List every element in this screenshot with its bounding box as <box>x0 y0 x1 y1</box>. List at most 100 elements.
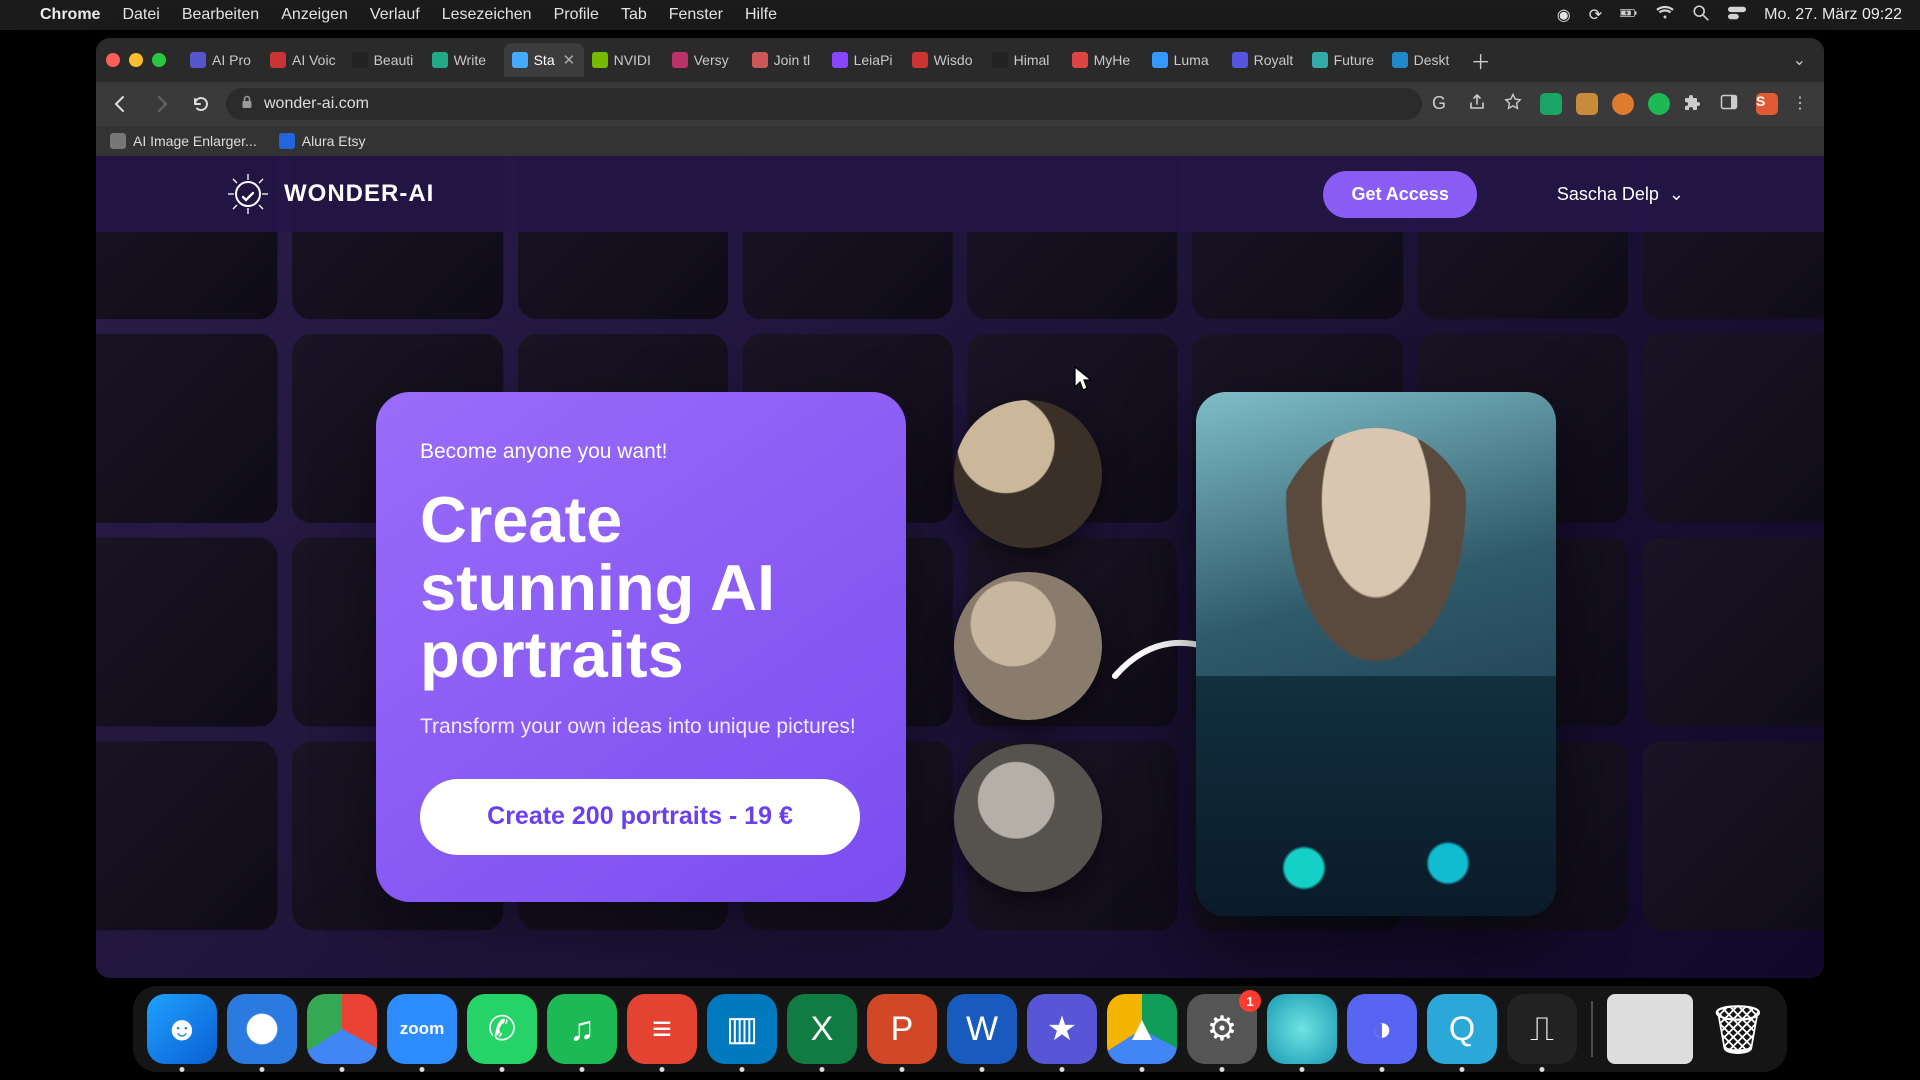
bookmark-label: Alura Etsy <box>302 133 366 149</box>
dock-app-todoist[interactable]: ≡ <box>627 994 697 1064</box>
running-dot <box>660 1067 665 1072</box>
address-bar[interactable]: wonder-ai.com <box>226 88 1422 120</box>
menu-item[interactable]: Tab <box>621 6 647 24</box>
chrome-menu-icon[interactable]: ⋮ <box>1792 93 1814 115</box>
tab-close-icon[interactable]: ✕ <box>563 51 576 69</box>
tab-overflow-icon[interactable]: ⌄ <box>1785 46 1814 74</box>
dock-app-powerpoint[interactable]: P <box>867 994 937 1064</box>
running-dot <box>1300 1067 1305 1072</box>
dock-app-siri[interactable] <box>1267 994 1337 1064</box>
menu-item[interactable]: Verlauf <box>370 6 420 24</box>
dock-app-zoom[interactable]: zoom <box>387 994 457 1064</box>
dock-app-voice[interactable]: ⎍ <box>1507 994 1577 1064</box>
chrome-profile-avatar[interactable]: S <box>1756 93 1778 115</box>
ext-icon[interactable] <box>1648 93 1670 115</box>
playback-icon[interactable]: ⟳ <box>1589 5 1602 25</box>
get-access-button[interactable]: Get Access <box>1323 171 1476 218</box>
menubar-clock[interactable]: Mo. 27. März 09:22 <box>1764 6 1902 24</box>
sidepanel-icon[interactable] <box>1720 93 1742 115</box>
window-controls[interactable] <box>106 53 166 67</box>
tab-label: Sta <box>534 52 555 68</box>
browser-tab[interactable]: Wisdo <box>904 43 984 77</box>
dock-app-whatsapp[interactable]: ✆ <box>467 994 537 1064</box>
hero-eyebrow: Become anyone you want! <box>420 440 862 464</box>
running-dot <box>580 1067 585 1072</box>
browser-tab[interactable]: Luma <box>1144 43 1224 77</box>
share-icon[interactable] <box>1468 93 1490 115</box>
browser-tab[interactable]: Deskt <box>1384 43 1464 77</box>
new-tab-button[interactable]: ＋ <box>1466 45 1496 75</box>
extensions-puzzle-icon[interactable] <box>1684 93 1706 115</box>
browser-tab[interactable]: AI Voic <box>262 43 344 77</box>
dock-app-settings[interactable]: ⚙1 <box>1187 994 1257 1064</box>
menu-item[interactable]: Anzeigen <box>281 6 348 24</box>
spotlight-icon[interactable] <box>1692 4 1710 27</box>
dock-app-trello[interactable]: ▥ <box>707 994 777 1064</box>
bookmark-star-icon[interactable] <box>1504 93 1526 115</box>
control-center-icon[interactable] <box>1728 4 1746 27</box>
browser-tab[interactable]: NVIDI <box>584 43 664 77</box>
tab-label: Luma <box>1174 52 1209 68</box>
dock-app-excel[interactable]: X <box>787 994 857 1064</box>
back-button[interactable] <box>106 89 136 119</box>
browser-tab[interactable]: Himal <box>984 43 1064 77</box>
dock-app-safari[interactable]: ✦ <box>227 994 297 1064</box>
dock-app-drive[interactable]: ▲ <box>1107 994 1177 1064</box>
create-portraits-button[interactable]: Create 200 portraits - 19 € <box>420 779 860 855</box>
browser-tab[interactable]: LeiaPi <box>824 43 904 77</box>
dock-app-trash[interactable]: 🗑 <box>1703 994 1773 1064</box>
menu-item[interactable]: Lesezeichen <box>442 6 532 24</box>
input-photos-column <box>954 400 1102 892</box>
bookmark-item[interactable]: Alura Etsy <box>279 133 366 149</box>
running-dot <box>1380 1067 1385 1072</box>
ai-output-portrait <box>1196 392 1556 916</box>
tab-favicon <box>832 52 848 68</box>
browser-tab[interactable]: AI Pro <box>182 43 262 77</box>
running-dot <box>1140 1067 1145 1072</box>
screenrecord-icon[interactable]: ◉ <box>1557 5 1571 25</box>
menu-item[interactable]: Datei <box>122 6 159 24</box>
hero-subtitle: Transform your own ideas into unique pic… <box>420 715 862 739</box>
dock-app-chrome[interactable] <box>307 994 377 1064</box>
browser-tab[interactable]: Versy <box>664 43 744 77</box>
running-dot <box>260 1067 265 1072</box>
browser-tab[interactable]: Beauti <box>344 43 424 77</box>
reload-button[interactable] <box>186 89 216 119</box>
browser-tab[interactable]: Sta ✕ <box>504 43 584 77</box>
ext-icon[interactable] <box>1576 93 1598 115</box>
tab-favicon <box>992 52 1008 68</box>
macos-menubar: Chrome Datei Bearbeiten Anzeigen Verlauf… <box>0 0 1920 30</box>
dock-app-desktop-preview[interactable] <box>1607 994 1693 1064</box>
menu-item[interactable]: Hilfe <box>745 6 777 24</box>
google-translate-icon[interactable]: G <box>1432 93 1454 115</box>
bookmark-item[interactable]: AI Image Enlarger... <box>110 133 257 149</box>
dock-app-finder[interactable]: ☻ <box>147 994 217 1064</box>
battery-icon[interactable] <box>1620 4 1638 27</box>
menu-item[interactable]: Bearbeiten <box>182 6 259 24</box>
wifi-icon[interactable] <box>1656 4 1674 27</box>
browser-tab[interactable]: Future <box>1304 43 1384 77</box>
badge: 1 <box>1239 990 1261 1012</box>
forward-button[interactable] <box>146 89 176 119</box>
brand-logo[interactable]: WONDER-AI <box>226 172 434 216</box>
tab-favicon <box>592 52 608 68</box>
browser-tab[interactable]: Write <box>424 43 504 77</box>
user-menu[interactable]: Sascha Delp ⌄ <box>1557 184 1684 205</box>
dock-app-word[interactable]: W <box>947 994 1017 1064</box>
browser-tab[interactable]: MyHe <box>1064 43 1144 77</box>
bookmark-favicon <box>279 133 295 149</box>
dock-app-quicktime[interactable]: Q <box>1427 994 1497 1064</box>
tab-favicon <box>1232 52 1248 68</box>
dock-app-spotify[interactable]: ♫ <box>547 994 617 1064</box>
menu-item[interactable]: Fenster <box>669 6 723 24</box>
menu-item[interactable]: Profile <box>554 6 599 24</box>
dock-app-discord[interactable]: ◑ <box>1347 994 1417 1064</box>
ext-icon[interactable] <box>1540 93 1562 115</box>
ext-icon[interactable] <box>1612 93 1634 115</box>
browser-tab[interactable]: Join tl <box>744 43 824 77</box>
menubar-app-name[interactable]: Chrome <box>40 6 100 24</box>
sample-input-photo <box>954 572 1102 720</box>
tab-label: NVIDI <box>614 52 651 68</box>
browser-tab[interactable]: Royalt <box>1224 43 1304 77</box>
dock-app-imovie[interactable]: ★ <box>1027 994 1097 1064</box>
